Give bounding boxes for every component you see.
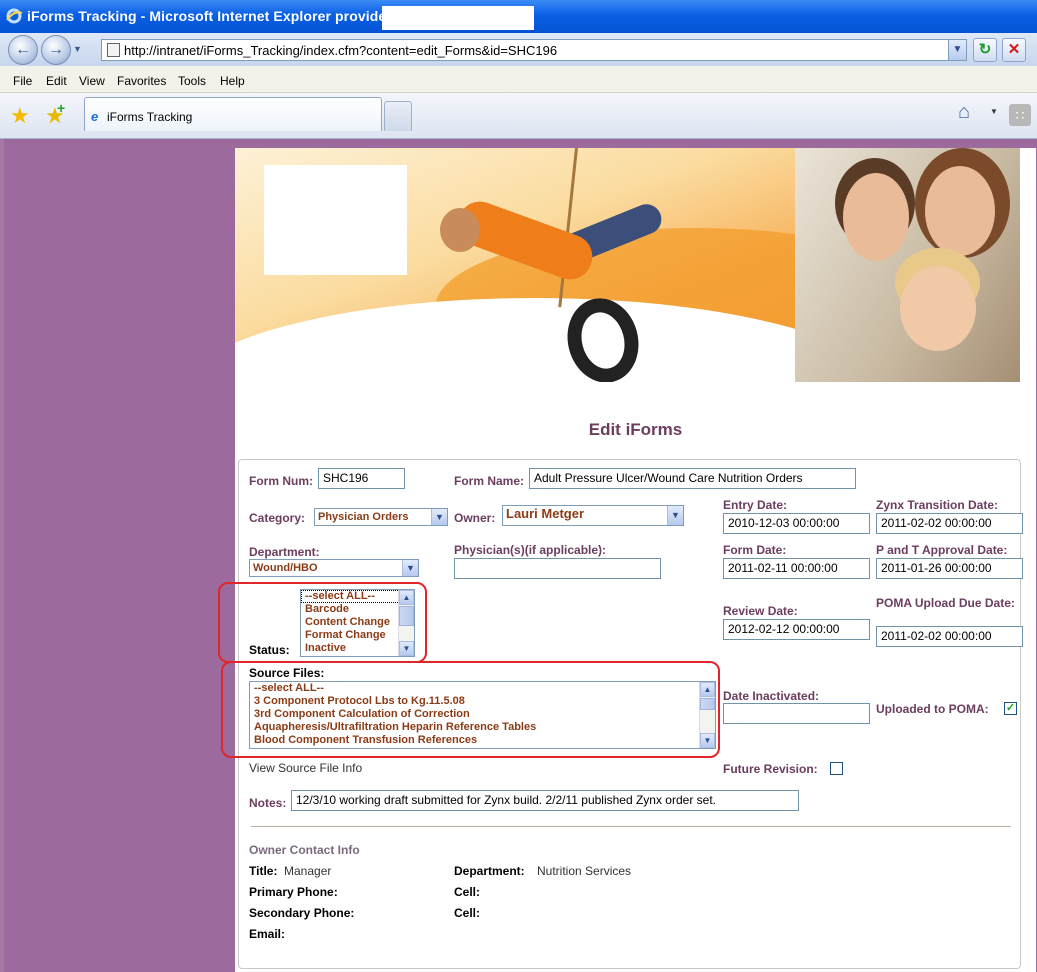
tab-iforms-tracking[interactable]: e iForms Tracking [84,97,382,131]
review-date-input[interactable]: 2012-02-12 00:00:00 [723,619,870,640]
source-files-highlight-box [221,661,720,758]
back-button[interactable]: ← [8,35,38,65]
ie-page-icon: e [91,109,99,124]
add-favorite-icon[interactable]: ★ + [45,100,65,129]
contact-title-label: Title: [249,864,278,878]
redacted-area [382,6,534,30]
notes-label: Notes: [249,796,287,810]
physicians-label: Physician(s)(if applicable): [454,543,607,557]
forward-arrow-icon: → [48,41,64,58]
primary-phone-label: Primary Phone: [249,885,338,899]
email-label: Email: [249,927,286,941]
owner-label: Owner: [454,511,496,525]
pt-approval-input[interactable]: 2011-01-26 00:00:00 [876,558,1023,579]
chevron-down-icon[interactable]: ▼ [402,560,418,576]
menu-file[interactable]: File [13,74,32,88]
department-label: Department: [249,545,320,559]
home-icon[interactable]: ⌂ [958,101,970,124]
contact-title-value: Manager [284,864,332,878]
pt-approval-label: P and T Approval Date: [876,543,1008,557]
form-date-input[interactable]: 2011-02-11 00:00:00 [723,558,870,579]
window-title-bar[interactable]: iForms Tracking - Microsoft Internet Exp… [0,0,1037,33]
chevron-down-icon[interactable]: ▼ [431,509,447,525]
view-source-file-link[interactable]: View Source File Info [249,761,362,775]
form-date-label: Form Date: [723,543,787,557]
date-inactivated-input[interactable] [723,703,870,724]
page-content: Edit iForms Form Num: SHC196 Form Name: … [218,148,1036,972]
form-num-label: Form Num: [249,474,313,488]
menu-favorites[interactable]: Favorites [117,74,166,88]
address-dropdown-icon[interactable]: ▼ [948,40,966,60]
form-name-input[interactable]: Adult Pressure Ulcer/Wound Care Nutritio… [529,468,856,489]
tab-bar: ★ ★ + e iForms Tracking ⌂ ▼ ∷ [0,93,1037,139]
logo-placeholder [264,165,407,275]
poma-due-label: POMA Upload Due Date: [876,596,1015,610]
chevron-down-icon[interactable]: ▼ [667,506,683,525]
date-inactivated-label: Date Inactivated: [723,689,820,703]
entry-date-input[interactable]: 2010-12-03 00:00:00 [723,513,870,534]
page-icon [107,43,120,57]
page-left-edge [0,139,4,972]
owner-contact-heading: Owner Contact Info [249,843,360,857]
category-label: Category: [249,511,306,525]
category-value: Physician Orders [318,511,409,523]
form-num-input[interactable]: SHC196 [318,468,405,489]
zynx-transition-input[interactable]: 2011-02-02 00:00:00 [876,513,1023,534]
url-text[interactable]: http://intranet/iForms_Tracking/index.cf… [124,43,557,58]
contact-department-value: Nutrition Services [537,864,632,878]
zynx-transition-label: Zynx Transition Date: [876,498,999,512]
back-arrow-icon: ← [15,41,31,58]
stop-icon: ✕ [1007,41,1021,58]
owner-value: Lauri Metger [506,506,585,521]
recent-pages-dropdown-icon[interactable]: ▼ [73,44,82,54]
physicians-input[interactable] [454,558,661,579]
future-revision-label: Future Revision: [723,762,818,776]
secondary-phone-label: Secondary Phone: [249,906,355,920]
tab-label: iForms Tracking [107,110,193,124]
favorites-star-icon[interactable]: ★ [10,103,30,129]
menu-help[interactable]: Help [220,74,245,88]
refresh-button[interactable]: ↻ [973,38,997,62]
forward-button[interactable]: → [41,35,71,65]
section-divider [251,826,1011,827]
family-photo [795,148,1020,382]
menu-view[interactable]: View [79,74,105,88]
form-name-label: Form Name: [454,474,525,488]
address-bar[interactable]: http://intranet/iForms_Tracking/index.cf… [101,39,967,61]
cell-label: Cell: [454,885,481,899]
review-date-label: Review Date: [723,604,798,618]
page-title: Edit iForms [588,420,683,439]
home-dropdown-icon[interactable]: ▼ [990,107,998,116]
entry-date-label: Entry Date: [723,498,788,512]
department-value: Wound/HBO [253,562,318,574]
edit-form: Form Num: SHC196 Form Name: Adult Pressu… [218,459,1023,969]
address-toolbar: ← → ▼ http://intranet/iForms_Tracking/in… [0,33,1037,66]
owner-select[interactable]: Lauri Metger ▼ [502,505,684,526]
rss-feed-icon[interactable]: ∷ [1009,104,1031,126]
uploaded-poma-checkbox[interactable]: ✓ [1004,702,1017,715]
new-tab-button[interactable] [384,101,412,131]
category-select[interactable]: Physician Orders ▼ [314,508,448,526]
status-highlight-box [218,582,427,663]
uploaded-poma-label: Uploaded to POMA: [876,702,989,716]
department-select[interactable]: Wound/HBO ▼ [249,559,419,577]
ie-logo-icon [5,7,23,25]
header-banner-image [235,148,1020,382]
contact-department-label: Department: [454,864,525,878]
menu-bar: File Edit View Favorites Tools Help [0,66,1037,93]
stop-button[interactable]: ✕ [1002,38,1026,62]
menu-tools[interactable]: Tools [178,74,206,88]
notes-input[interactable]: 12/3/10 working draft submitted for Zynx… [291,790,799,811]
menu-edit[interactable]: Edit [46,74,67,88]
refresh-icon: ↻ [978,41,992,58]
poma-due-input[interactable]: 2011-02-02 00:00:00 [876,626,1023,647]
cell-label-2: Cell: [454,906,481,920]
future-revision-checkbox[interactable] [830,762,843,775]
window-title: iForms Tracking - Microsoft Internet Exp… [27,8,416,24]
